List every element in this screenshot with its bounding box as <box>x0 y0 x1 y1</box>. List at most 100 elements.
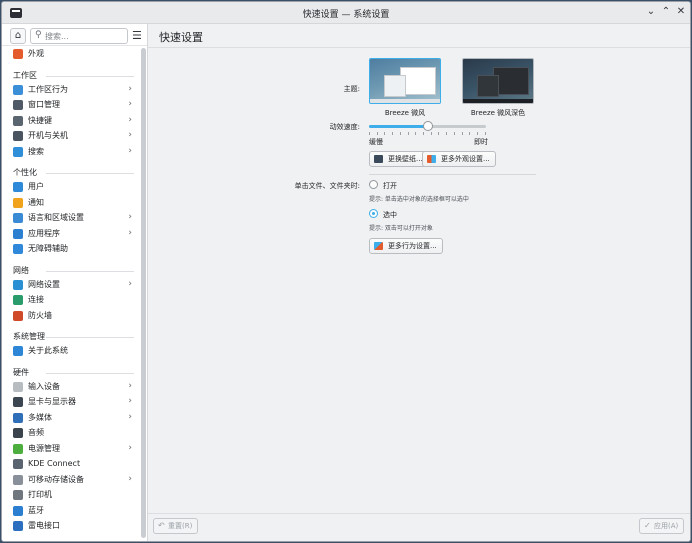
slider-tick <box>423 132 425 135</box>
sidebar-item-s4-8[interactable]: 蓝牙 <box>2 503 140 519</box>
sidebar-item-label: 输入设备 <box>28 381 60 391</box>
s3-0-icon <box>13 346 23 356</box>
sidebar-item-s4-2[interactable]: 多媒体 › <box>2 410 140 426</box>
reset-label: 重置(R) <box>168 522 193 530</box>
sidebar-scrollbar[interactable] <box>141 48 146 538</box>
minimize-icon[interactable]: ⌄ <box>644 5 658 19</box>
sidebar-item-s3-0[interactable]: 关于此系统 <box>2 343 140 359</box>
sidebar-item-s1-2[interactable]: 语言和区域设置 › <box>2 210 140 226</box>
sidebar-item-s0-2[interactable]: 快捷键 › <box>2 113 140 129</box>
sidebar-item-s4-7[interactable]: 打印机 <box>2 487 140 503</box>
s4-7-icon <box>13 490 23 500</box>
sidebar-item-label: 应用程序 <box>28 228 60 238</box>
sidebar-item-s1-1[interactable]: 通知 <box>2 195 140 211</box>
animation-speed-slider[interactable] <box>369 121 486 131</box>
slider-tick <box>461 132 463 135</box>
window-title: 快速设置 — 系统设置 <box>302 10 390 20</box>
s4-8-icon <box>13 505 23 516</box>
more-behavior-label: 更多行为设置... <box>388 242 437 250</box>
s4-1-icon <box>13 397 23 407</box>
sidebar-item-s0-0[interactable]: 工作区行为 › <box>2 82 140 98</box>
s1-2-icon <box>13 213 23 223</box>
sidebar-item-s4-4[interactable]: 电源管理 › <box>2 441 140 457</box>
slow-label: 缓慢 <box>369 138 383 146</box>
more-behavior-button[interactable]: 更多行为设置... <box>369 238 443 254</box>
sidebar-item-s4-9[interactable]: 雷电接口 <box>2 518 140 534</box>
s1-1-icon <box>13 197 23 208</box>
hamburger-menu-icon[interactable]: ☰ <box>132 30 144 42</box>
sidebar-item-s1-4[interactable]: 无障碍辅助 <box>2 241 140 257</box>
sidebar-item-s2-0[interactable]: 网络设置 › <box>2 277 140 293</box>
sidebar-item-s4-5[interactable]: KDE Connect <box>2 456 140 472</box>
main-content: 快速设置 主题: Breeze 微风 Breeze 微风深色 动效速度: 缓慢 … <box>148 24 690 541</box>
sidebar-item-s4-6[interactable]: 可移动存储设备 › <box>2 472 140 488</box>
sidebar-item-label: 开机与关机 <box>28 131 68 140</box>
sidebar-item-label: 电源管理 <box>28 443 60 453</box>
search-input[interactable] <box>45 31 125 42</box>
chevron-right-icon: › <box>128 212 132 222</box>
preview-window <box>477 75 499 97</box>
slider-tick <box>430 132 432 135</box>
s1-3-icon <box>13 228 23 239</box>
sidebar-item-s4-0[interactable]: 输入设备 › <box>2 379 140 395</box>
reset-button[interactable]: ↶ 重置(R) <box>153 518 199 534</box>
sidebar-item-label: 窗口管理 <box>28 100 60 109</box>
sidebar-item-label: 语言和区域设置 <box>28 213 84 222</box>
sidebar-item-label: 外观 <box>28 49 44 58</box>
sidebar-item-label: 快捷键 <box>28 115 52 125</box>
sidebar-item-label: 防火墙 <box>28 310 52 320</box>
change-wallpaper-button[interactable]: 更换壁纸... <box>369 151 429 167</box>
sidebar-section-title: 硬件 <box>2 364 140 379</box>
sidebar-item-s1-0[interactable]: 用户 <box>2 179 140 195</box>
theme-name-breeze-dark: Breeze 微风深色 <box>470 109 526 117</box>
sidebar-item-label: 通知 <box>28 197 44 207</box>
more-appearance-label: 更多外观设置... <box>441 155 490 163</box>
apply-icon: ✓ <box>644 521 651 530</box>
s0-3-icon <box>13 131 23 141</box>
sidebar-item-label: 打印机 <box>28 490 52 499</box>
preview-window <box>384 75 406 97</box>
sidebar-item-s2-1[interactable]: 连接 <box>2 292 140 308</box>
s0-0-icon <box>13 84 23 95</box>
slider-handle[interactable] <box>422 121 433 131</box>
s1-0-icon <box>13 182 23 192</box>
radio-open[interactable] <box>369 180 378 189</box>
sidebar-item-s1-3[interactable]: 应用程序 › <box>2 226 140 242</box>
change-wallpaper-label: 更换壁纸... <box>388 155 423 163</box>
apply-button[interactable]: ✓ 应用(A) <box>639 518 685 534</box>
appearance-icon <box>13 49 23 59</box>
sidebar-item-s2-2[interactable]: 防火墙 <box>2 308 140 324</box>
close-icon[interactable]: ✕ <box>674 5 688 19</box>
maximize-icon[interactable]: ⌃ <box>659 5 673 19</box>
slider-tick <box>376 132 378 135</box>
s4-2-icon <box>13 412 23 423</box>
slider-tick <box>469 132 471 135</box>
home-icon[interactable]: ⌂ <box>10 28 26 44</box>
s2-2-icon <box>13 310 23 321</box>
sidebar-item-s0-1[interactable]: 窗口管理 › <box>2 97 140 113</box>
select-hint: 提示: 双击可以打开对象 <box>369 225 433 232</box>
sidebar-item-s4-3[interactable]: 音频 <box>2 425 140 441</box>
search-field[interactable]: ⚲ <box>30 28 128 44</box>
sidebar-item-label: 显卡与显示器 <box>28 397 76 406</box>
sidebar-item-appearance[interactable]: 外观 <box>2 46 140 62</box>
reset-icon: ↶ <box>158 521 165 530</box>
section-divider <box>369 174 536 175</box>
theme-thumbnail-breeze[interactable] <box>369 58 441 104</box>
footer-divider <box>148 513 690 514</box>
s0-1-icon <box>13 100 23 110</box>
sidebar-item-s0-3[interactable]: 开机与关机 › <box>2 128 140 144</box>
theme-thumbnail-breeze-dark[interactable] <box>462 58 534 104</box>
slider-tick <box>384 132 386 135</box>
preview-panel <box>463 99 533 103</box>
sidebar-item-s0-4[interactable]: 搜索 › <box>2 144 140 160</box>
sidebar-item-label: 蓝牙 <box>28 505 44 515</box>
more-appearance-button[interactable]: 更多外观设置... <box>422 151 496 167</box>
sidebar-item-s4-1[interactable]: 显卡与显示器 › <box>2 394 140 410</box>
s4-9-icon <box>13 521 23 531</box>
chevron-right-icon: › <box>128 99 132 109</box>
chevron-right-icon: › <box>128 227 132 238</box>
animation-speed-label: 动效速度: <box>329 123 360 131</box>
radio-select[interactable] <box>369 209 378 218</box>
apply-label: 应用(A) <box>654 522 679 530</box>
